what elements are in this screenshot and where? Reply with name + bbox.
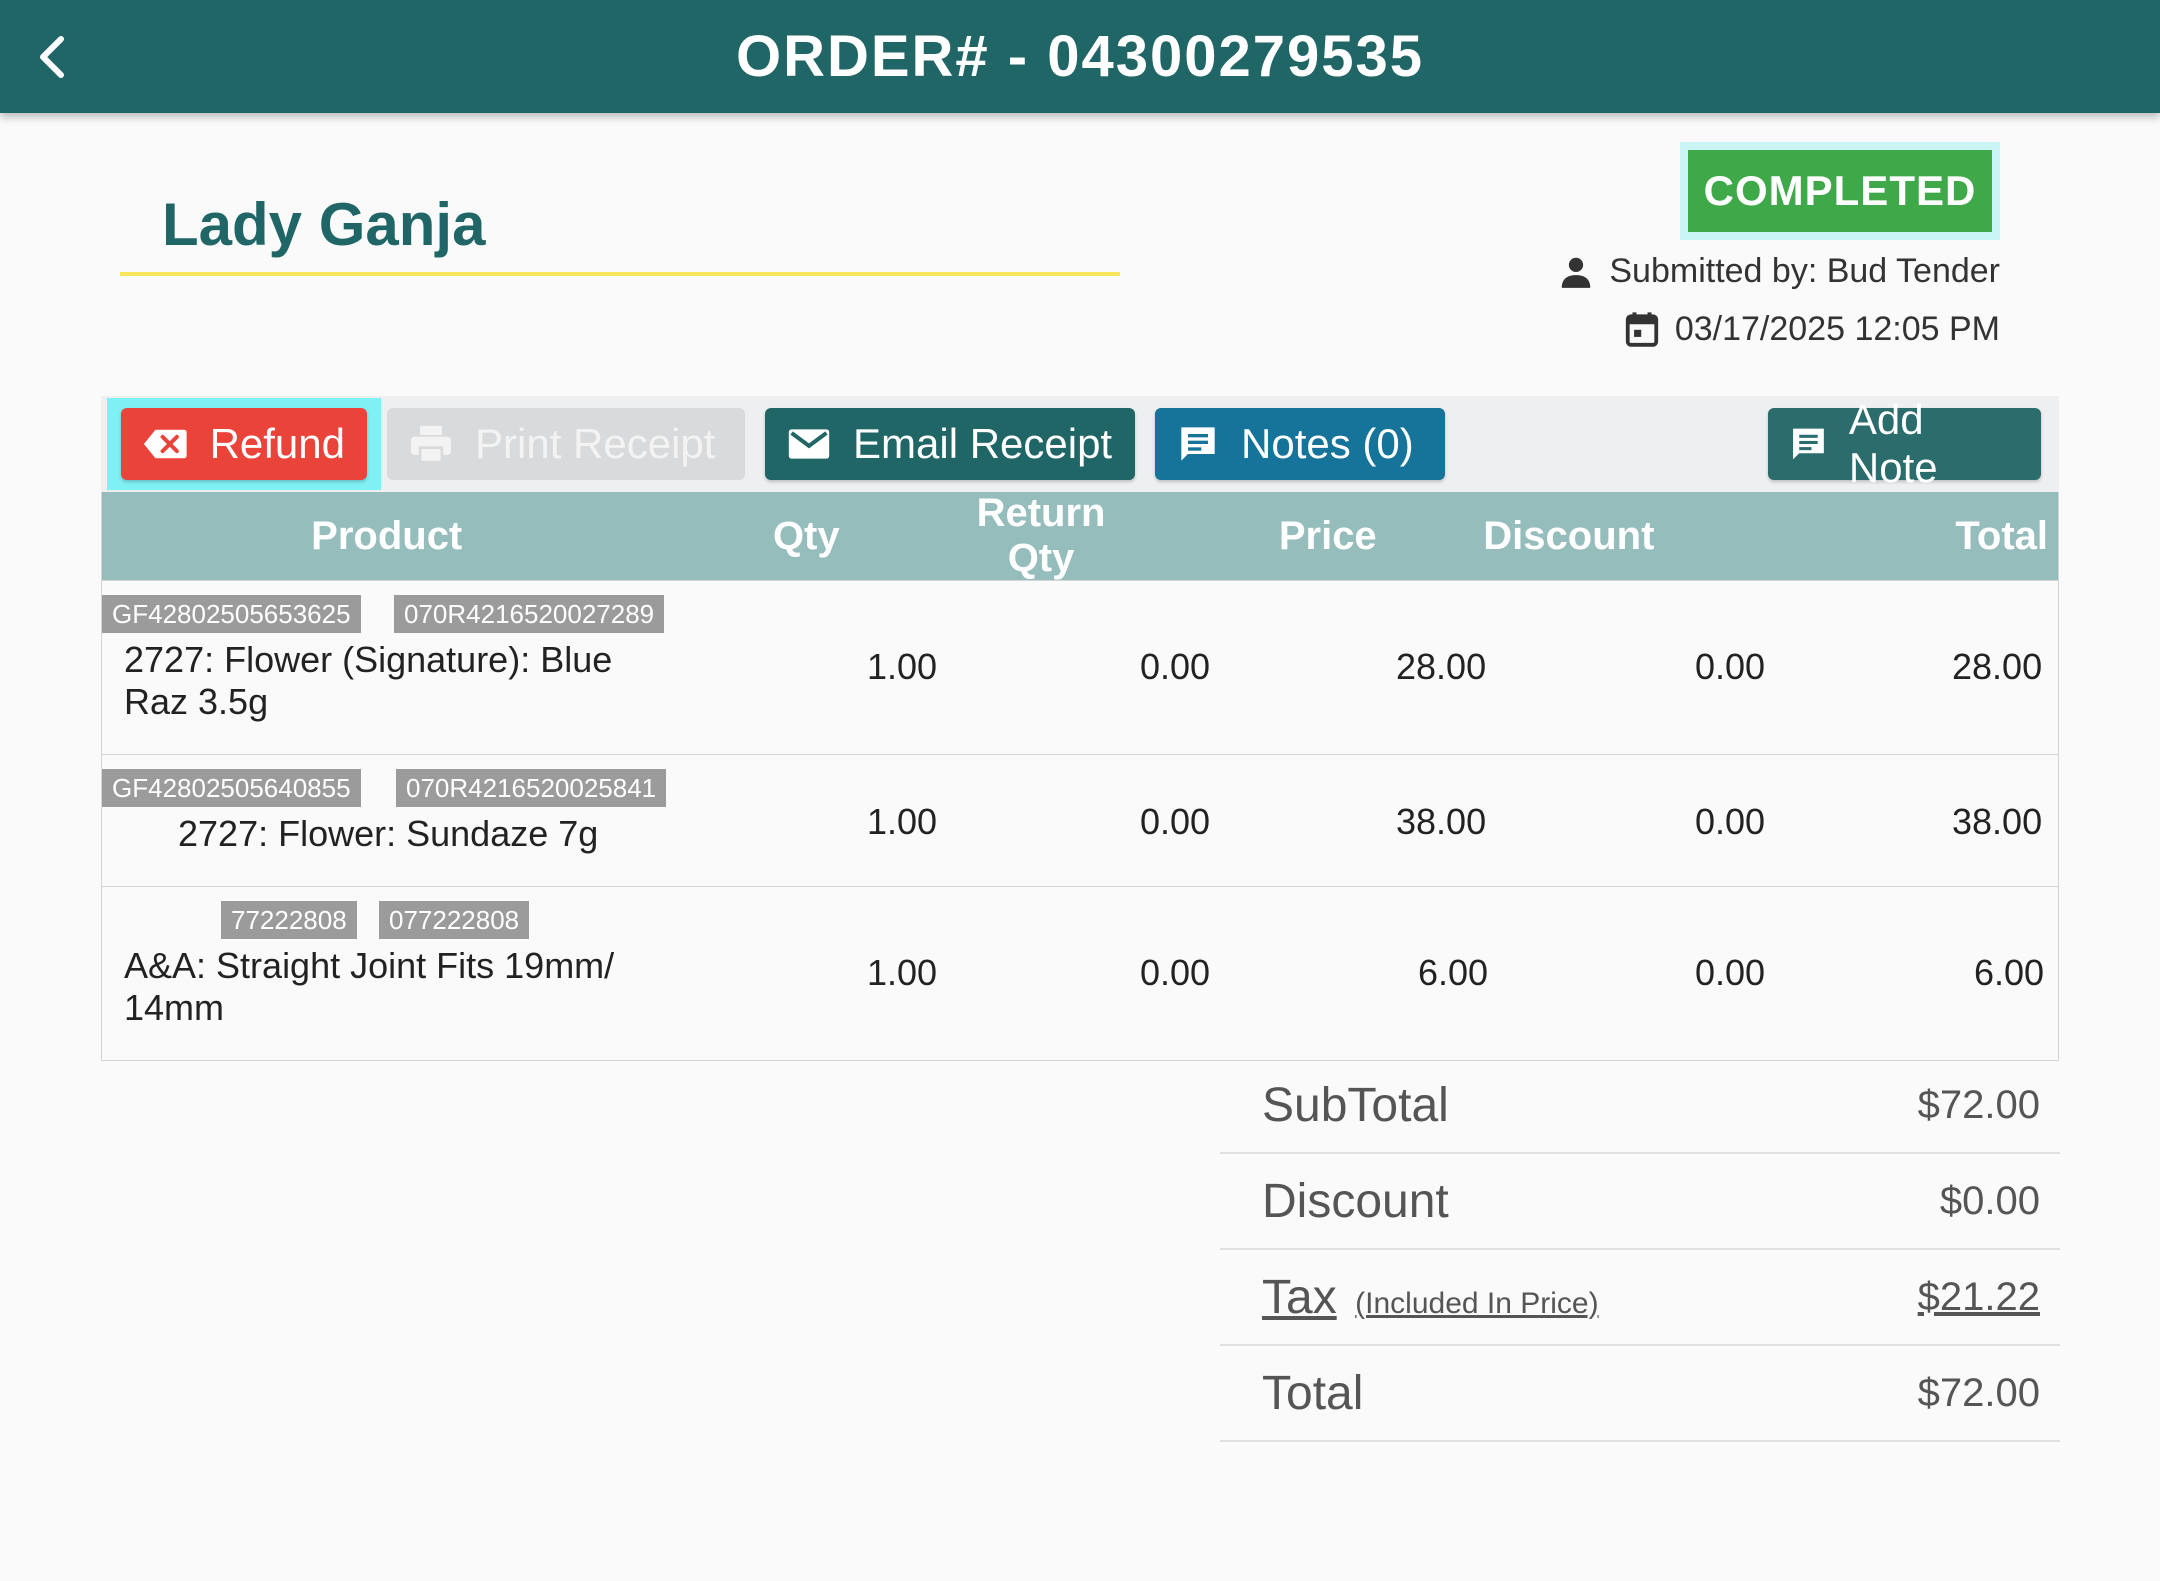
discount-cell: 0.00: [1695, 646, 1766, 687]
discount-cell: 0.00: [1695, 952, 1766, 993]
notes-button[interactable]: Notes (0): [1155, 408, 1445, 480]
refund-label: Refund: [209, 420, 345, 467]
status-badge-wrap: COMPLETED: [1680, 142, 2000, 240]
return-qty-cell: 0.00: [1140, 801, 1211, 842]
email-receipt-button[interactable]: Email Receipt: [765, 408, 1135, 480]
customer-underline: [120, 272, 1120, 276]
header-return-qty: Return Qty: [976, 491, 1106, 580]
product-name: A&A: Straight Joint Fits 19mm/ 14mm: [124, 945, 615, 1028]
person-icon: [1562, 257, 1591, 288]
refund-button[interactable]: Refund: [121, 408, 367, 480]
printer-icon: [411, 425, 451, 464]
comment-icon: [1181, 427, 1215, 461]
print-receipt-button[interactable]: Print Receipt: [387, 408, 745, 480]
add-note-label: Add Note: [1848, 396, 1938, 491]
print-receipt-label: Print Receipt: [475, 420, 716, 467]
header-price: Price: [1278, 513, 1377, 558]
sku-tag: 070R4216520025841: [396, 769, 667, 807]
order-items-table: Product Qty Return Qty Price Discount To…: [101, 491, 2059, 1061]
discount-row: Discount $0.00: [1220, 1154, 2060, 1250]
sku-tag: 77222808: [221, 901, 357, 939]
header-qty: Qty: [772, 513, 840, 558]
total-cell: 38.00: [1952, 801, 2043, 842]
submitted-by-text: Submitted by: Bud Tender: [1609, 252, 2000, 290]
total-cell: 28.00: [1952, 646, 2043, 687]
price-cell: 28.00: [1396, 646, 1487, 687]
subtotal-value: $72.00: [1917, 1082, 2040, 1127]
submitted-by: Submitted by: Bud Tender: [1557, 252, 2000, 291]
customer-name: Lady Ganja: [162, 191, 486, 258]
status-badge: COMPLETED: [1688, 150, 1992, 232]
tax-label: Tax: [1262, 1270, 1337, 1324]
order-title: ORDER# - 04300279535: [735, 24, 1425, 89]
sku-tag: GF42802505640855: [102, 769, 361, 807]
sku-tag: GF42802505653625: [102, 595, 361, 633]
table-row[interactable]: GF42802505653625 070R4216520027289 2727:…: [102, 580, 2058, 754]
discount-label: Discount: [1262, 1174, 1449, 1228]
qty-cell: 1.00: [867, 646, 938, 687]
sku-tag: 077222808: [379, 901, 530, 939]
sku-tag: 070R4216520027289: [394, 595, 665, 633]
subtotal-label: SubTotal: [1262, 1078, 1449, 1132]
comment-icon: [1793, 428, 1824, 460]
table-header: Product Qty Return Qty Price Discount To…: [102, 491, 2058, 580]
order-totals: SubTotal $72.00 Discount $0.00 Tax (Incl…: [1220, 1058, 2060, 1442]
datetime-text: 03/17/2025 12:05 PM: [1674, 309, 2000, 348]
tax-label-group: Tax (Included In Price): [1262, 1270, 1599, 1325]
table-row[interactable]: 77222808 077222808 A&A: Straight Joint F…: [102, 886, 2058, 1060]
email-receipt-label: Email Receipt: [853, 420, 1113, 467]
notes-label: Notes (0): [1241, 420, 1414, 467]
product-name: 2727: Flower: Sundaze 7g: [178, 813, 599, 854]
total-value: $72.00: [1917, 1370, 2040, 1415]
qty-cell: 1.00: [867, 952, 938, 993]
backspace-x-icon: [143, 429, 187, 459]
discount-value: $0.00: [1939, 1178, 2040, 1223]
envelope-icon: [788, 429, 830, 459]
price-cell: 6.00: [1418, 952, 1489, 993]
tax-row[interactable]: Tax (Included In Price) $21.22: [1220, 1250, 2060, 1346]
header-discount: Discount: [1483, 513, 1655, 558]
order-datetime: 03/17/2025 12:05 PM: [1623, 309, 2000, 349]
product-name: 2727: Flower (Signature): Blue Raz 3.5g: [124, 639, 613, 722]
total-row: Total $72.00: [1220, 1346, 2060, 1442]
action-toolbar: Refund Print Receipt Email Receipt Notes…: [101, 396, 2059, 492]
app-header: ORDER# - 04300279535: [0, 0, 2160, 113]
tax-value[interactable]: $21.22: [1918, 1275, 2040, 1320]
price-cell: 38.00: [1396, 801, 1487, 842]
total-cell: 6.00: [1974, 952, 2045, 993]
tax-note: (Included In Price): [1355, 1286, 1599, 1320]
return-qty-cell: 0.00: [1140, 646, 1211, 687]
subtotal-row: SubTotal $72.00: [1220, 1058, 2060, 1154]
qty-cell: 1.00: [867, 801, 938, 842]
table-row[interactable]: GF42802505640855 070R4216520025841 2727:…: [102, 754, 2058, 886]
header-product: Product: [311, 513, 463, 558]
add-note-button[interactable]: Add Note: [1768, 396, 2041, 491]
discount-cell: 0.00: [1695, 801, 1766, 842]
total-label: Total: [1262, 1366, 1364, 1420]
return-qty-cell: 0.00: [1140, 952, 1211, 993]
calendar-icon: [1625, 312, 1658, 347]
header-total: Total: [1955, 513, 2048, 558]
